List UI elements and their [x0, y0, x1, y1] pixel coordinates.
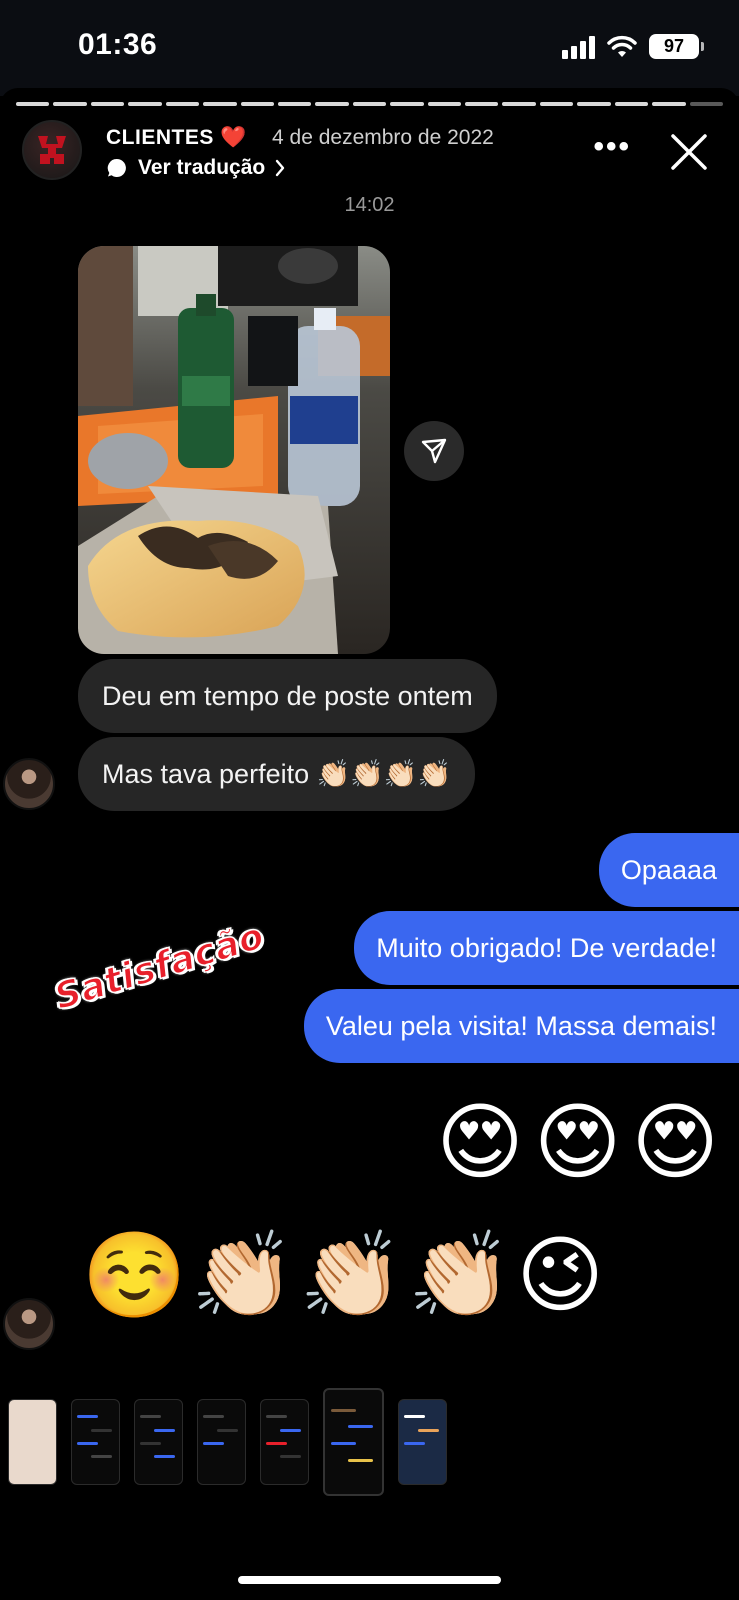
paper-plane-icon	[421, 438, 447, 464]
status-icons: 97	[562, 34, 704, 59]
sender-avatar[interactable]	[3, 1298, 55, 1350]
profile-avatar[interactable]	[22, 120, 82, 180]
story-date: 4 de dezembro de 2022	[272, 126, 494, 149]
progress-segment	[277, 102, 312, 106]
thumbnail-line	[417, 1428, 439, 1432]
incoming-message: Mas tava perfeito 👏🏻👏🏻👏🏻👏🏻	[78, 737, 476, 811]
progress-segment	[465, 102, 499, 106]
progress-segment	[577, 102, 611, 106]
thumbnail-line	[153, 1455, 175, 1459]
thumbnail-line	[265, 1442, 287, 1445]
progress-segment	[90, 102, 125, 106]
battery-icon: 97	[649, 34, 704, 59]
thumbnail-line	[330, 1408, 357, 1412]
thumbnail-line	[139, 1415, 161, 1419]
story-thumbnail-bar	[0, 1378, 739, 1600]
thumbnail-line	[76, 1415, 98, 1419]
thumbnail-line	[347, 1458, 374, 1462]
more-options-button[interactable]: •••	[593, 130, 631, 164]
incoming-emoji-message: ☺️👏🏻👏🏻👏🏻😉	[82, 1226, 608, 1325]
progress-segment	[128, 102, 162, 106]
battery-level: 97	[663, 36, 685, 56]
story-viewer[interactable]: CLIENTES ❤️ 4 de dezembro de 2022 Ver tr…	[0, 88, 739, 1378]
thumbnail-line	[76, 1442, 98, 1445]
sender-avatar[interactable]	[3, 758, 55, 810]
story-thumbnails	[8, 1388, 447, 1496]
progress-segment	[689, 102, 724, 106]
thumbnail-line	[265, 1415, 287, 1419]
thumbnail-line	[403, 1442, 425, 1445]
progress-segment	[240, 102, 274, 106]
thumbnail-line	[90, 1455, 112, 1459]
thumbnail-line	[403, 1415, 425, 1419]
thumbnail-line	[139, 1442, 161, 1445]
share-button[interactable]	[404, 421, 464, 481]
thumbnail-line	[279, 1428, 301, 1432]
story-thumbnail[interactable]	[323, 1388, 384, 1496]
thumbnail-line	[202, 1442, 224, 1445]
progress-segment	[53, 102, 87, 106]
story-username[interactable]: CLIENTES ❤️	[106, 126, 247, 150]
progress-segment	[16, 102, 50, 106]
progress-segment	[203, 102, 237, 106]
story-thumbnail[interactable]	[197, 1399, 246, 1485]
story-thumbnail[interactable]	[398, 1399, 447, 1485]
speech-bubble-icon	[107, 158, 126, 177]
message-timestamp: 14:02	[344, 194, 395, 216]
heart-eyes-emoji: 😍😍😍	[436, 1093, 729, 1191]
clapping-emoji-row: ☺️👏🏻👏🏻👏🏻😉	[82, 1226, 608, 1324]
cellular-signal-icon	[562, 35, 595, 59]
progress-segment	[652, 102, 686, 106]
progress-segment	[614, 102, 649, 106]
story-progress-bar	[16, 102, 724, 106]
thumbnail-line	[90, 1428, 112, 1432]
wifi-icon	[607, 35, 637, 57]
satisfacao-sticker: Satisfação	[49, 915, 270, 1019]
progress-segment	[165, 102, 200, 106]
shared-photo[interactable]	[78, 246, 390, 654]
translate-label: Ver tradução	[138, 156, 266, 179]
progress-segment	[390, 102, 424, 106]
thumbnail-line	[279, 1455, 301, 1459]
translate-link[interactable]: Ver tradução	[106, 156, 285, 180]
story-thumbnail[interactable]	[134, 1399, 183, 1485]
brand-logo-icon	[38, 136, 66, 164]
incoming-message: Deu em tempo de poste ontem	[78, 659, 497, 733]
thumbnail-line	[153, 1428, 175, 1432]
story-thumbnail[interactable]	[8, 1399, 57, 1485]
progress-segment	[427, 102, 462, 106]
food-photo	[78, 246, 390, 654]
outgoing-message: Valeu pela visita! Massa demais!	[303, 989, 739, 1063]
heart-emoji: ❤️	[220, 126, 247, 149]
thumbnail-line	[216, 1428, 238, 1432]
story-thumbnail[interactable]	[71, 1399, 120, 1485]
status-bar: 01:36 97	[0, 0, 739, 96]
status-time: 01:36	[78, 28, 158, 61]
outgoing-message: Opaaaa	[598, 833, 739, 907]
close-icon	[671, 134, 707, 170]
progress-segment	[502, 102, 536, 106]
home-indicator[interactable]	[238, 1576, 501, 1584]
thumbnail-line	[330, 1442, 357, 1445]
thumbnail-line	[347, 1425, 374, 1429]
progress-segment	[315, 102, 349, 106]
outgoing-message: Muito obrigado! De verdade!	[354, 911, 739, 985]
progress-segment	[352, 102, 387, 106]
chevron-right-icon	[276, 159, 285, 177]
username-text: CLIENTES	[106, 126, 214, 149]
thumbnail-line	[202, 1415, 224, 1419]
story-header: CLIENTES ❤️ 4 de dezembro de 2022 Ver tr…	[0, 118, 739, 188]
outgoing-emoji-message: 😍😍😍	[436, 1093, 729, 1191]
progress-segment	[539, 102, 574, 106]
story-thumbnail[interactable]	[260, 1399, 309, 1485]
close-button[interactable]	[669, 132, 709, 177]
